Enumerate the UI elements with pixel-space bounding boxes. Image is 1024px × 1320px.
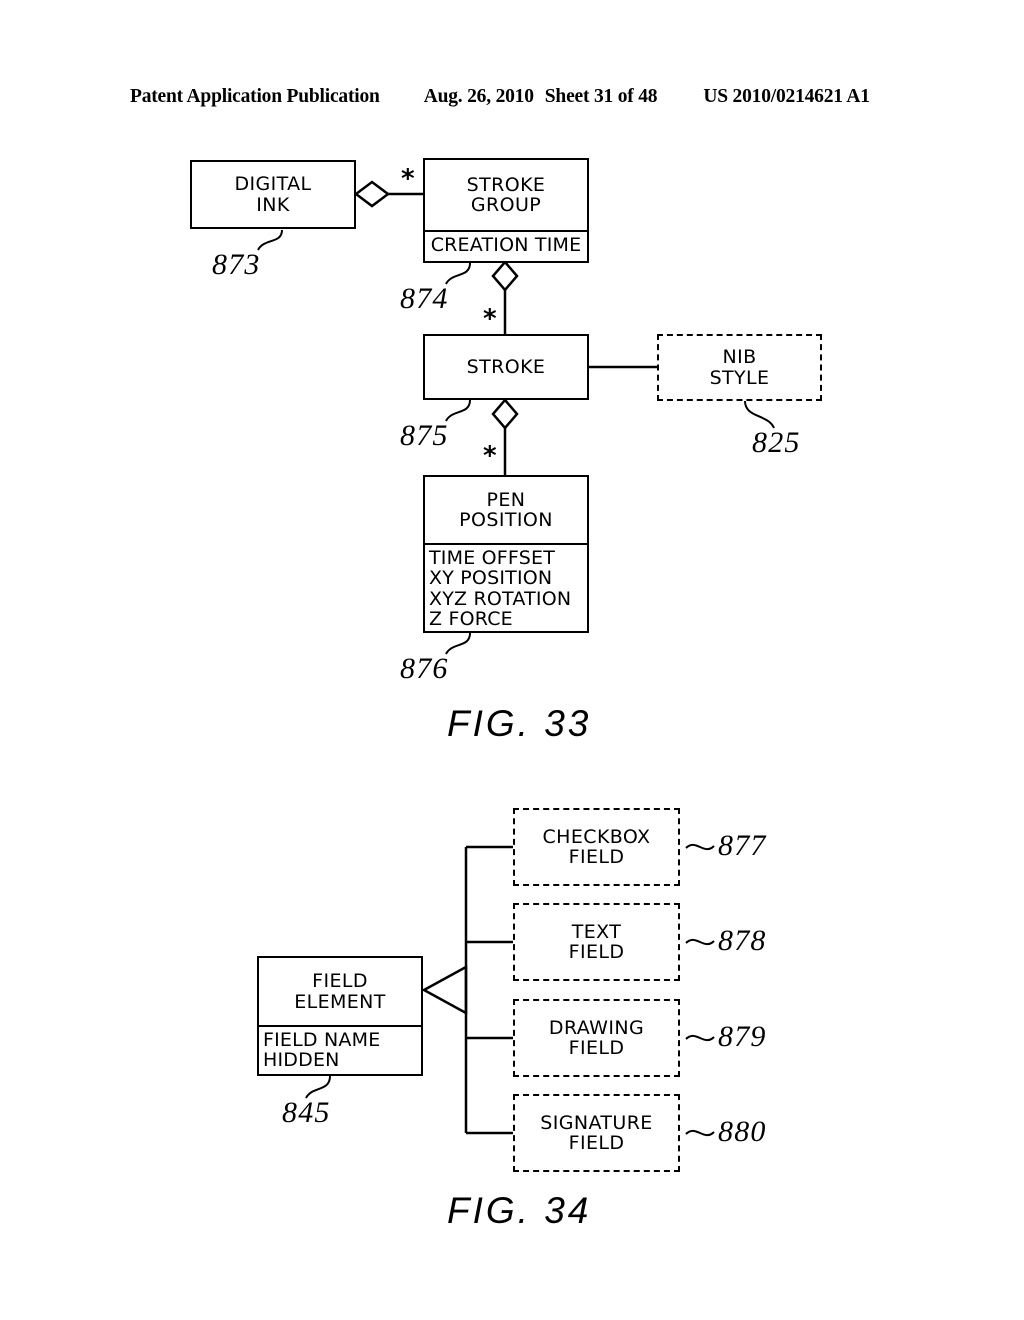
class-title-pen-position: PEN POSITION [459, 488, 553, 531]
reference-numeral-876: 876 [400, 652, 449, 685]
figure-caption-34: FIG. 34 [447, 1190, 592, 1231]
leader-line-825 [744, 400, 775, 429]
reference-numeral-874: 874 [400, 282, 449, 315]
class-box-pen-position[interactable]: PEN POSITION TIME OFFSET XY POSITION XYZ… [423, 475, 589, 633]
multiplicity-marker-strokegroup: * [401, 164, 415, 194]
leader-line-874 [445, 262, 471, 285]
reference-numeral-873: 873 [212, 248, 261, 281]
leader-line-877 [685, 843, 715, 851]
aggregation-diamond-stroke-penposition [491, 398, 519, 430]
reference-numeral-875: 875 [400, 419, 449, 452]
class-box-signature-field[interactable]: SIGNATURE FIELD [513, 1094, 680, 1172]
class-box-checkbox-field[interactable]: CHECKBOX FIELD [513, 808, 680, 886]
aggregation-diamond-strokegroup-stroke [491, 260, 519, 292]
aggregation-diamond-digitalink-strokegroup [353, 180, 391, 208]
class-title-signature-field: SIGNATURE FIELD [540, 1111, 653, 1154]
reference-numeral-879: 879 [718, 1020, 767, 1053]
reference-numeral-845: 845 [282, 1096, 331, 1129]
reference-numeral-877: 877 [718, 829, 767, 862]
figure-caption-33: FIG. 33 [447, 703, 592, 744]
reference-numeral-825: 825 [752, 426, 801, 459]
class-title-field-element: FIELD ELEMENT [294, 970, 386, 1013]
reference-numeral-878: 878 [718, 924, 767, 957]
class-box-drawing-field[interactable]: DRAWING FIELD [513, 999, 680, 1077]
class-title-stroke: STROKE [466, 355, 546, 378]
leader-line-878 [685, 938, 715, 946]
class-title-digital-ink: DIGITAL INK [234, 173, 312, 216]
class-title-drawing-field: DRAWING FIELD [548, 1016, 645, 1059]
class-attributes-stroke-group: CREATION TIME [425, 230, 587, 257]
leader-line-875 [445, 399, 471, 422]
multiplicity-marker-stroke: * [483, 304, 497, 334]
leader-line-879 [685, 1034, 715, 1042]
leader-line-880 [685, 1129, 715, 1137]
generalization-triangle-fieldelement [421, 964, 468, 1016]
class-title-text-field: TEXT FIELD [568, 920, 625, 963]
class-attributes-pen-position: TIME OFFSET XY POSITION XYZ ROTATION Z F… [425, 543, 587, 632]
class-attributes-field-element: FIELD NAME HIDDEN [259, 1025, 421, 1074]
reference-numeral-880: 880 [718, 1115, 767, 1148]
multiplicity-marker-penposition: * [483, 441, 497, 471]
leader-line-845 [305, 1075, 331, 1099]
class-box-text-field[interactable]: TEXT FIELD [513, 903, 680, 981]
class-title-nib-style: NIB STYLE [709, 346, 770, 389]
class-box-field-element[interactable]: FIELD ELEMENT FIELD NAME HIDDEN [257, 956, 423, 1076]
class-box-digital-ink[interactable]: DIGITAL INK [190, 160, 356, 229]
class-box-stroke-group[interactable]: STROKE GROUP CREATION TIME [423, 158, 589, 263]
leader-line-876 [445, 632, 471, 655]
class-title-checkbox-field: CHECKBOX FIELD [542, 825, 651, 868]
diagram-canvas: DIGITAL INK 873 STROKE GROUP CREATION TI… [0, 0, 1024, 1320]
leader-line-873 [257, 229, 283, 251]
class-box-stroke[interactable]: STROKE [423, 334, 589, 400]
class-box-nib-style[interactable]: NIB STYLE [657, 334, 822, 401]
class-title-stroke-group: STROKE GROUP [466, 173, 546, 216]
